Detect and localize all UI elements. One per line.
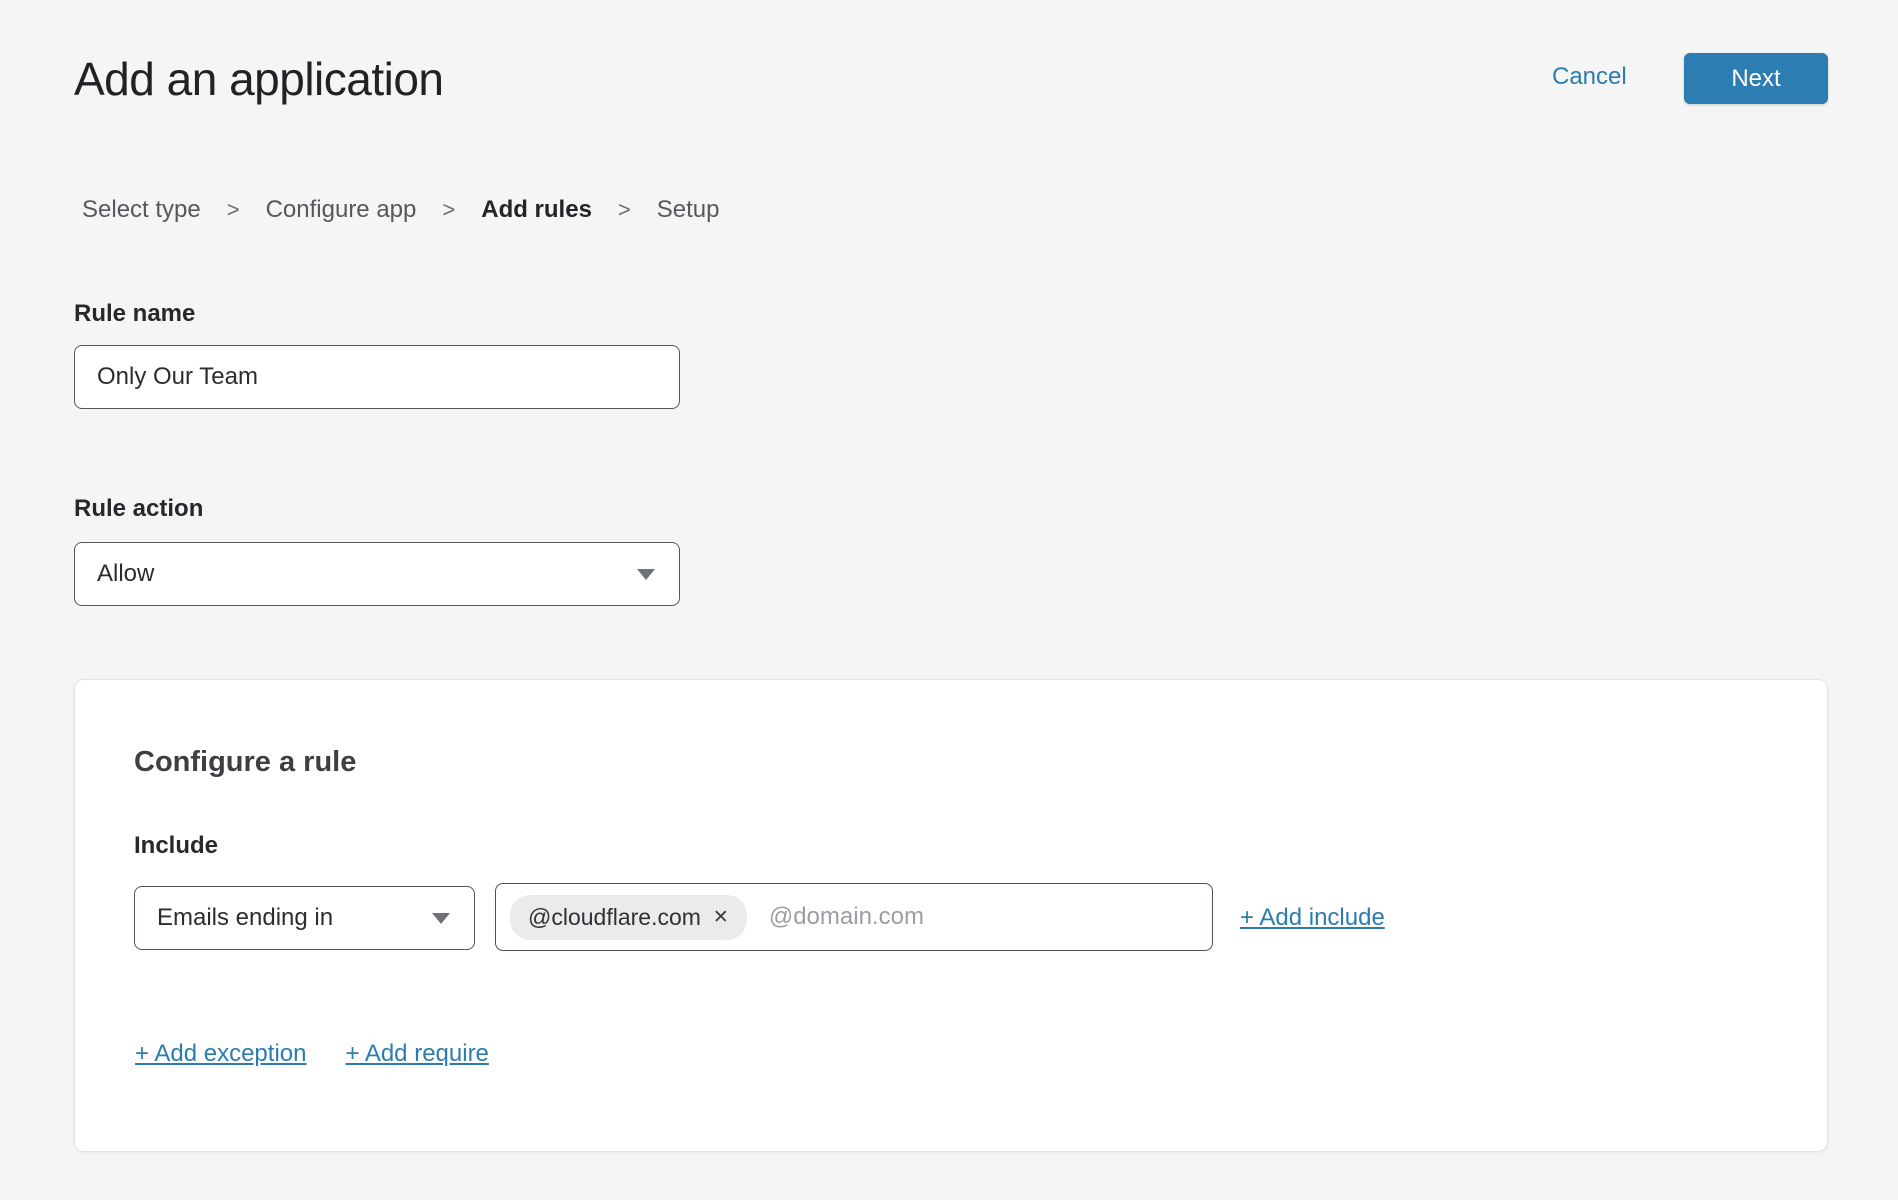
card-title: Configure a rule — [134, 746, 356, 779]
configure-rule-card: Configure a rule Include Emails ending i… — [74, 679, 1828, 1152]
include-criteria-select[interactable]: Emails ending in — [134, 886, 475, 950]
include-label: Include — [134, 832, 218, 860]
chevron-down-icon — [637, 569, 655, 580]
add-exception-link[interactable]: + Add exception — [135, 1040, 306, 1068]
breadcrumb: Select type > Configure app > Add rules … — [82, 196, 720, 224]
chevron-down-icon — [432, 913, 450, 924]
rule-extra-links: + Add exception + Add require — [135, 1040, 489, 1068]
include-criteria-selected-value: Emails ending in — [157, 904, 333, 932]
remove-tag-icon[interactable]: ✕ — [713, 908, 729, 927]
rule-name-label: Rule name — [74, 300, 195, 328]
rule-action-label: Rule action — [74, 495, 203, 523]
breadcrumb-separator-icon: > — [227, 197, 240, 223]
breadcrumb-step-configure-app[interactable]: Configure app — [266, 196, 417, 224]
page-title: Add an application — [74, 52, 444, 106]
breadcrumb-step-setup[interactable]: Setup — [657, 196, 720, 224]
email-domain-tag-label: @cloudflare.com — [528, 904, 701, 931]
email-domain-input[interactable] — [769, 903, 1196, 931]
cancel-button[interactable]: Cancel — [1552, 63, 1627, 91]
breadcrumb-separator-icon: > — [618, 197, 631, 223]
email-domain-tag: @cloudflare.com ✕ — [510, 895, 747, 940]
add-require-link[interactable]: + Add require — [345, 1040, 488, 1068]
next-button[interactable]: Next — [1684, 53, 1828, 104]
rule-action-select[interactable]: Allow — [74, 542, 680, 606]
breadcrumb-step-add-rules[interactable]: Add rules — [481, 196, 592, 224]
rule-name-input[interactable] — [74, 345, 680, 409]
breadcrumb-separator-icon: > — [442, 197, 455, 223]
email-domains-tag-input[interactable]: @cloudflare.com ✕ — [495, 883, 1213, 951]
add-include-link[interactable]: + Add include — [1240, 904, 1385, 932]
breadcrumb-step-select-type[interactable]: Select type — [82, 196, 201, 224]
rule-action-selected-value: Allow — [97, 560, 154, 588]
